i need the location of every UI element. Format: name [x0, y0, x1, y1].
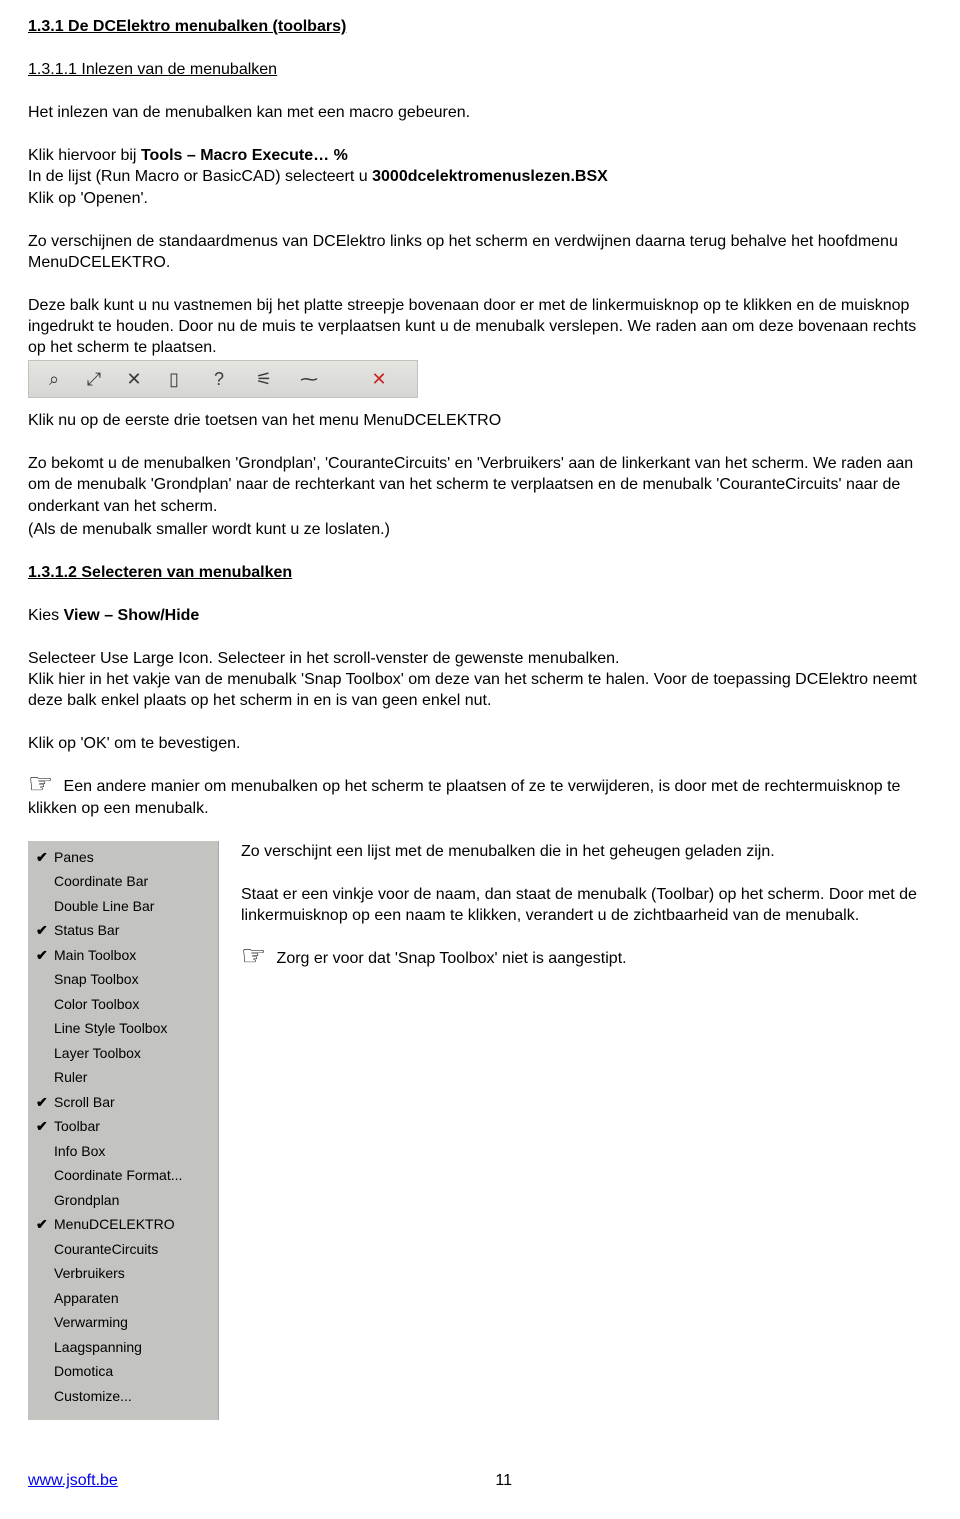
right-text-1: Zo verschijnt een lijst met de menubalke…	[241, 841, 932, 862]
click-ok: Klik op 'OK' om te bevestigen.	[28, 733, 932, 754]
context-menu-item-label: CouranteCircuits	[54, 1240, 158, 1258]
intro-paragraph-2: Klik hiervoor bij Tools – Macro Execute……	[28, 145, 932, 208]
context-menu-explanation: Zo verschijnt een lijst met de menubalke…	[241, 841, 932, 991]
check-icon: ✔	[36, 1093, 54, 1111]
toolbar-btn-6: ⚟	[249, 365, 279, 395]
page-number: 11	[495, 1470, 512, 1491]
context-menu-item-label: Laagspanning	[54, 1338, 142, 1356]
context-menu-item-label: Info Box	[54, 1142, 105, 1160]
context-menu-item: Line Style Toolbox	[28, 1016, 218, 1041]
context-menu-item-label: Toolbar	[54, 1117, 100, 1135]
context-menu-item-label: Color Toolbox	[54, 995, 139, 1013]
footer-link[interactable]: www.jsoft.be	[28, 1470, 118, 1491]
context-menu-item-label: Double Line Bar	[54, 897, 154, 915]
context-menu-item-label: Apparaten	[54, 1289, 119, 1307]
context-menu-item-label: Main Toolbox	[54, 946, 136, 964]
context-menu-item-label: Layer Toolbox	[54, 1044, 141, 1062]
context-menu-item: Customize...	[28, 1384, 218, 1409]
context-menu-item-label: Domotica	[54, 1362, 113, 1380]
select-paragraph: Selecteer Use Large Icon. Selecteer in h…	[28, 648, 932, 711]
toolbar-btn-7: ⁓	[294, 365, 324, 395]
context-menu-item: Apparaten	[28, 1286, 218, 1311]
hand-note-2: ☞ Zorg er voor dat 'Snap Toolbox' niet i…	[241, 948, 932, 969]
context-menu-screenshot: ✔PanesCoordinate BarDouble Line Bar✔Stat…	[28, 841, 219, 1421]
after-toolbar-1: Klik nu op de eerste drie toetsen van he…	[28, 410, 932, 431]
hand-icon: ☞	[28, 777, 53, 791]
context-menu-item-label: Ruler	[54, 1068, 87, 1086]
context-menu-item: ✔Main Toolbox	[28, 943, 218, 968]
right-text-2: Staat er een vinkje voor de naam, dan st…	[241, 884, 932, 926]
intro2-line2a: In de lijst (Run Macro or BasicCAD) sele…	[28, 168, 372, 185]
hand-icon: ☞	[241, 949, 266, 963]
context-menu-item: ✔Status Bar	[28, 918, 218, 943]
context-menu-item: Verbruikers	[28, 1261, 218, 1286]
context-menu-item-label: MenuDCELEKTRO	[54, 1215, 175, 1233]
heading-1-3-1-2: 1.3.1.2 Selecteren van menubalken	[28, 562, 932, 583]
hand-note-1: ☞ Een andere manier om menubalken op het…	[28, 776, 932, 818]
context-menu-item: Coordinate Format...	[28, 1163, 218, 1188]
hand-note-2-text: Zorg er voor dat 'Snap Toolbox' niet is …	[272, 950, 626, 967]
context-menu-item-label: Grondplan	[54, 1191, 119, 1209]
context-menu-item: ✔Toolbar	[28, 1114, 218, 1139]
context-menu-item-label: Verbruikers	[54, 1264, 125, 1282]
context-menu-item-label: Snap Toolbox	[54, 970, 139, 988]
after-toolbar-3: (Als de menubalk smaller wordt kunt u ze…	[28, 519, 932, 540]
intro2-bold2: 3000dcelektromenuslezen.BSX	[372, 168, 608, 185]
kies-line: Kies View – Show/Hide	[28, 605, 932, 626]
intro-paragraph-3: Zo verschijnen de standaardmenus van DCE…	[28, 231, 932, 273]
context-menu-item: Grondplan	[28, 1188, 218, 1213]
context-menu-item: Verwarming	[28, 1310, 218, 1335]
toolbar-btn-2: ⤢	[79, 365, 109, 395]
context-menu-item: Double Line Bar	[28, 894, 218, 919]
heading-1-3-1-1: 1.3.1.1 Inlezen van de menubalken	[28, 59, 932, 80]
check-icon: ✔	[36, 848, 54, 866]
intro2-bold1: Tools – Macro Execute… %	[141, 147, 348, 164]
context-menu-item: Info Box	[28, 1139, 218, 1164]
context-menu-item: Color Toolbox	[28, 992, 218, 1017]
context-menu-item: ✔Scroll Bar	[28, 1090, 218, 1115]
context-menu-item: CouranteCircuits	[28, 1237, 218, 1262]
toolbar-btn-4: ▯	[159, 365, 189, 395]
context-menu-item: Laagspanning	[28, 1335, 218, 1360]
heading-1-3-1: 1.3.1 De DCElektro menubalken (toolbars)	[28, 16, 932, 37]
intro-paragraph-4: Deze balk kunt u nu vastnemen bij het pl…	[28, 295, 932, 358]
kies-pre: Kies	[28, 607, 64, 624]
kies-bold: View – Show/Hide	[64, 607, 200, 624]
context-menu-item-label: Line Style Toolbox	[54, 1019, 167, 1037]
context-menu-item-label: Coordinate Format...	[54, 1166, 182, 1184]
toolbar-btn-1: ⌕	[39, 365, 69, 395]
context-menu-item: Snap Toolbox	[28, 967, 218, 992]
intro-paragraph-1: Het inlezen van de menubalken kan met ee…	[28, 102, 932, 123]
context-menu-item: Ruler	[28, 1065, 218, 1090]
page-footer: www.jsoft.be 11	[28, 1470, 932, 1491]
context-menu-item-label: Verwarming	[54, 1313, 128, 1331]
toolbar-btn-5: ?	[204, 365, 234, 395]
check-icon: ✔	[36, 946, 54, 964]
context-menu-item-label: Status Bar	[54, 921, 119, 939]
check-icon: ✔	[36, 1215, 54, 1233]
after-toolbar-2: Zo bekomt u de menubalken 'Grondplan', '…	[28, 453, 932, 516]
context-menu-item: Coordinate Bar	[28, 869, 218, 894]
toolbar-screenshot: ⌕ ⤢ ✕ ▯ ? ⚟ ⁓ ✕	[28, 360, 418, 398]
context-menu-item: ✔Panes	[28, 845, 218, 870]
check-icon: ✔	[36, 1117, 54, 1135]
toolbar-btn-8: ✕	[364, 365, 394, 395]
hand-note-1-text: Een andere manier om menubalken op het s…	[28, 778, 900, 816]
context-menu-item-label: Panes	[54, 848, 94, 866]
context-menu-item: ✔MenuDCELEKTRO	[28, 1212, 218, 1237]
intro2-line3: Klik op 'Openen'.	[28, 190, 148, 207]
context-menu-item-label: Customize...	[54, 1387, 132, 1405]
context-menu-item-label: Coordinate Bar	[54, 872, 148, 890]
check-icon: ✔	[36, 921, 54, 939]
context-menu-item: Domotica	[28, 1359, 218, 1384]
context-menu-item: Layer Toolbox	[28, 1041, 218, 1066]
context-menu-item-label: Scroll Bar	[54, 1093, 115, 1111]
toolbar-btn-3: ✕	[119, 365, 149, 395]
intro2-pre: Klik hiervoor bij	[28, 147, 141, 164]
